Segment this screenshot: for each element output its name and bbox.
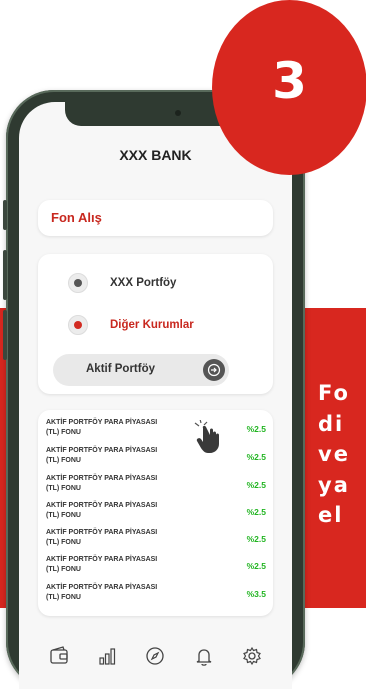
- fund-name: AKTİF PORTFÖY PARA PİYASASI (TL) FONU: [46, 502, 158, 519]
- fund-rate: %2.5: [246, 507, 266, 517]
- radio-button[interactable]: [68, 273, 88, 293]
- fund-name: AKTİF PORTFÖY PARA PİYASASI (TL) FONU: [46, 556, 158, 573]
- fund-rate: %2.5: [246, 561, 266, 571]
- arrow-right-circle-icon[interactable]: [203, 359, 225, 381]
- fund-name: AKTİF PORTFÖY PARA PİYASASI (TL) FONU: [46, 447, 158, 464]
- fund-name: AKTİF PORTFÖY PARA PİYASASI (TL) FONU: [46, 584, 158, 601]
- fund-rate: %2.5: [246, 424, 266, 434]
- fund-name: AKTİF PORTFÖY PARA PİYASASI (TL) FONU: [46, 529, 158, 546]
- option-label: Diğer Kurumlar: [110, 319, 194, 331]
- promo-line: ya: [318, 472, 350, 497]
- fund-rate: %2.5: [246, 480, 266, 490]
- phone-screen: XXX BANK Fon Alış XXX Portföy Diğer Kuru…: [19, 102, 292, 689]
- phone-frame: XXX BANK Fon Alış XXX Portföy Diğer Kuru…: [3, 90, 305, 689]
- promo-text: Fo di ve ya el: [318, 378, 366, 531]
- fund-row[interactable]: AKTİF PORTFÖY PARA PİYASASI (TL) FONU %2.…: [46, 528, 268, 553]
- fund-row[interactable]: AKTİF PORTFÖY PARA PİYASASI (TL) FONU %2.…: [46, 501, 268, 526]
- promo-line: di: [318, 411, 345, 436]
- fund-list: AKTİF PORTFÖY PARA PİYASASI (TL) FONU %2.…: [38, 410, 273, 616]
- fund-row[interactable]: AKTİF PORTFÖY PARA PİYASASI (TL) FONU %3.…: [46, 583, 268, 608]
- fund-name: AKTİF PORTFÖY PARA PİYASASI (TL) FONU: [46, 419, 158, 436]
- fon-alis-card[interactable]: Fon Alış: [38, 200, 273, 236]
- promo-line: el: [318, 503, 344, 527]
- fund-rate: %2.5: [246, 452, 266, 462]
- gear-icon[interactable]: [241, 645, 263, 667]
- fund-row[interactable]: AKTİF PORTFÖY PARA PİYASASI (TL) FONU %2.…: [46, 446, 268, 471]
- option-diger-kurumlar[interactable]: Diğer Kurumlar: [38, 294, 273, 335]
- promo-line: ve: [318, 442, 350, 466]
- section-label: Fon Alış: [51, 210, 102, 225]
- bar-chart-icon[interactable]: [96, 645, 118, 667]
- phone-side-button: [3, 200, 7, 230]
- radio-button[interactable]: [68, 315, 88, 335]
- phone-side-button: [3, 310, 7, 360]
- fund-row[interactable]: AKTİF PORTFÖY PARA PİYASASI (TL) FONU %2.…: [46, 474, 268, 499]
- fund-row[interactable]: AKTİF PORTFÖY PARA PİYASASI (TL) FONU %2.…: [46, 555, 268, 580]
- source-options-card: XXX Portföy Diğer Kurumlar Aktif Portföy: [38, 254, 273, 394]
- compass-icon[interactable]: [144, 645, 166, 667]
- aktif-portfoy-button[interactable]: Aktif Portföy: [53, 354, 229, 386]
- fund-name: AKTİF PORTFÖY PARA PİYASASI (TL) FONU: [46, 475, 158, 492]
- bell-icon[interactable]: [193, 645, 215, 667]
- aktif-portfoy-label: Aktif Portföy: [86, 363, 155, 375]
- option-label: XXX Portföy: [110, 277, 177, 289]
- fund-rate: %3.5: [246, 589, 266, 599]
- fund-row[interactable]: AKTİF PORTFÖY PARA PİYASASI (TL) FONU %2.…: [46, 418, 268, 443]
- option-xxx-portfoy[interactable]: XXX Portföy: [38, 254, 273, 294]
- bottom-tab-bar: [19, 632, 292, 680]
- promo-line: Fo: [318, 381, 350, 405]
- step-badge: 3: [212, 0, 366, 175]
- step-number: 3: [272, 52, 307, 110]
- fund-rate: %2.5: [246, 534, 266, 544]
- phone-side-button: [3, 250, 7, 300]
- hand-pointer-icon: [194, 420, 219, 453]
- wallet-icon[interactable]: [48, 645, 70, 667]
